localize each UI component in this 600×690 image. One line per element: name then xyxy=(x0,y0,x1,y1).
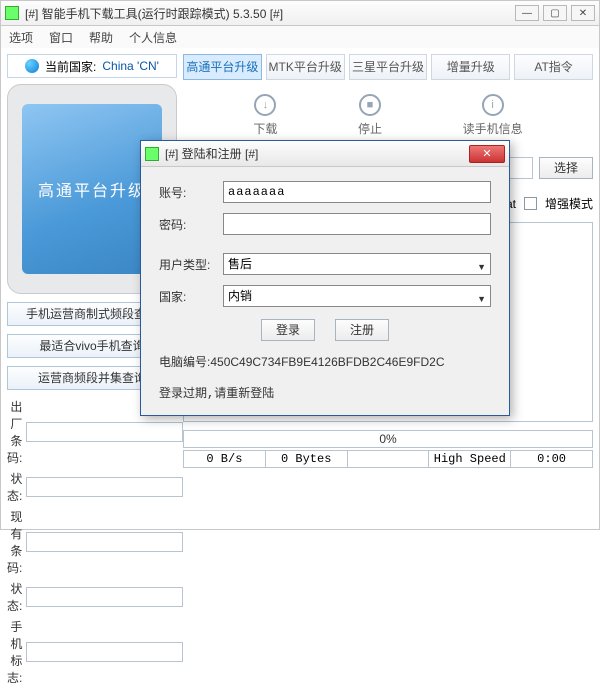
country-label: 当前国家: xyxy=(45,58,96,75)
stat-bytes: 0 Bytes xyxy=(266,450,348,468)
titlebar: [#] 智能手机下载工具(运行时跟踪模式) 5.3.50 [#] — ▢ ✕ xyxy=(0,0,600,26)
close-button[interactable]: ✕ xyxy=(571,5,595,21)
choose-button[interactable]: 选择 xyxy=(539,157,593,179)
action-download[interactable]: ↓下载 xyxy=(253,94,277,137)
label-account: 账号: xyxy=(159,184,223,201)
label-current-barcode: 现有条码: xyxy=(7,508,26,576)
dialog-title: [#] 登陆和注册 [#] xyxy=(165,145,469,162)
minimize-button[interactable]: — xyxy=(515,5,539,21)
select-nation[interactable]: 内销 xyxy=(223,285,491,307)
value-pcid: 450C49C734FB9E4126BFDB2C46E9FD2C xyxy=(210,355,444,369)
download-icon: ↓ xyxy=(254,94,276,116)
menu-options[interactable]: 选项 xyxy=(9,29,33,46)
app-icon xyxy=(5,6,19,20)
register-button[interactable]: 注册 xyxy=(335,319,389,341)
menu-window[interactable]: 窗口 xyxy=(49,29,73,46)
tab-qualcomm[interactable]: 高通平台升级 xyxy=(183,54,262,80)
tab-samsung[interactable]: 三星平台升级 xyxy=(349,54,428,80)
input-phone-flag[interactable] xyxy=(26,642,183,662)
label-enhanced: 增强模式 xyxy=(545,195,593,212)
input-account[interactable] xyxy=(223,181,491,203)
input-status1[interactable] xyxy=(26,477,183,497)
menu-help[interactable]: 帮助 xyxy=(89,29,113,46)
input-factory-barcode[interactable] xyxy=(26,422,183,442)
select-usertype[interactable]: 售后 xyxy=(223,253,491,275)
label-factory-barcode: 出厂条码: xyxy=(7,398,26,466)
stat-rate: 0 B/s xyxy=(183,450,266,468)
login-dialog: [#] 登陆和注册 [#] ✕ 账号: 密码: 用户类型:售后 国家:内销 登录… xyxy=(140,140,510,416)
label-pcid: 电脑编号: xyxy=(159,355,210,369)
progress-bar: 0% xyxy=(183,430,593,448)
stat-time: 0:00 xyxy=(511,450,593,468)
label-status2: 状态: xyxy=(7,580,26,614)
action-stop[interactable]: ■停止 xyxy=(358,94,382,137)
label-phone-flag: 手机标志: xyxy=(7,618,26,686)
globe-icon xyxy=(25,59,39,73)
input-current-barcode[interactable] xyxy=(26,532,183,552)
progress-pct: 0% xyxy=(184,432,592,446)
action-readinfo[interactable]: i读手机信息 xyxy=(463,94,523,137)
label-status1: 状态: xyxy=(7,470,26,504)
menubar: 选项 窗口 帮助 个人信息 xyxy=(0,26,600,48)
maximize-button[interactable]: ▢ xyxy=(543,5,567,21)
tab-mtk[interactable]: MTK平台升级 xyxy=(266,54,345,80)
dialog-close-button[interactable]: ✕ xyxy=(469,145,505,163)
label-usertype: 用户类型: xyxy=(159,256,223,273)
dialog-icon xyxy=(145,147,159,161)
tab-incremental[interactable]: 增量升级 xyxy=(431,54,510,80)
menu-profile[interactable]: 个人信息 xyxy=(129,29,177,46)
tab-at[interactable]: AT指令 xyxy=(514,54,593,80)
label-nation: 国家: xyxy=(159,288,223,305)
info-icon: i xyxy=(482,94,504,116)
stat-blank xyxy=(348,450,430,468)
window-title: [#] 智能手机下载工具(运行时跟踪模式) 5.3.50 [#] xyxy=(25,5,515,22)
country-value: China 'CN' xyxy=(102,59,159,73)
input-status2[interactable] xyxy=(26,587,183,607)
stop-icon: ■ xyxy=(359,94,381,116)
stat-speed: High Speed xyxy=(429,450,511,468)
login-button[interactable]: 登录 xyxy=(261,319,315,341)
label-password: 密码: xyxy=(159,216,223,233)
country-box: 当前国家: China 'CN' xyxy=(7,54,177,78)
tab-bar: 高通平台升级 MTK平台升级 三星平台升级 增量升级 AT指令 xyxy=(183,54,593,80)
checkbox-enhanced[interactable] xyxy=(524,197,537,210)
login-message: 登录过期,请重新登陆 xyxy=(159,384,491,401)
input-password[interactable] xyxy=(223,213,491,235)
